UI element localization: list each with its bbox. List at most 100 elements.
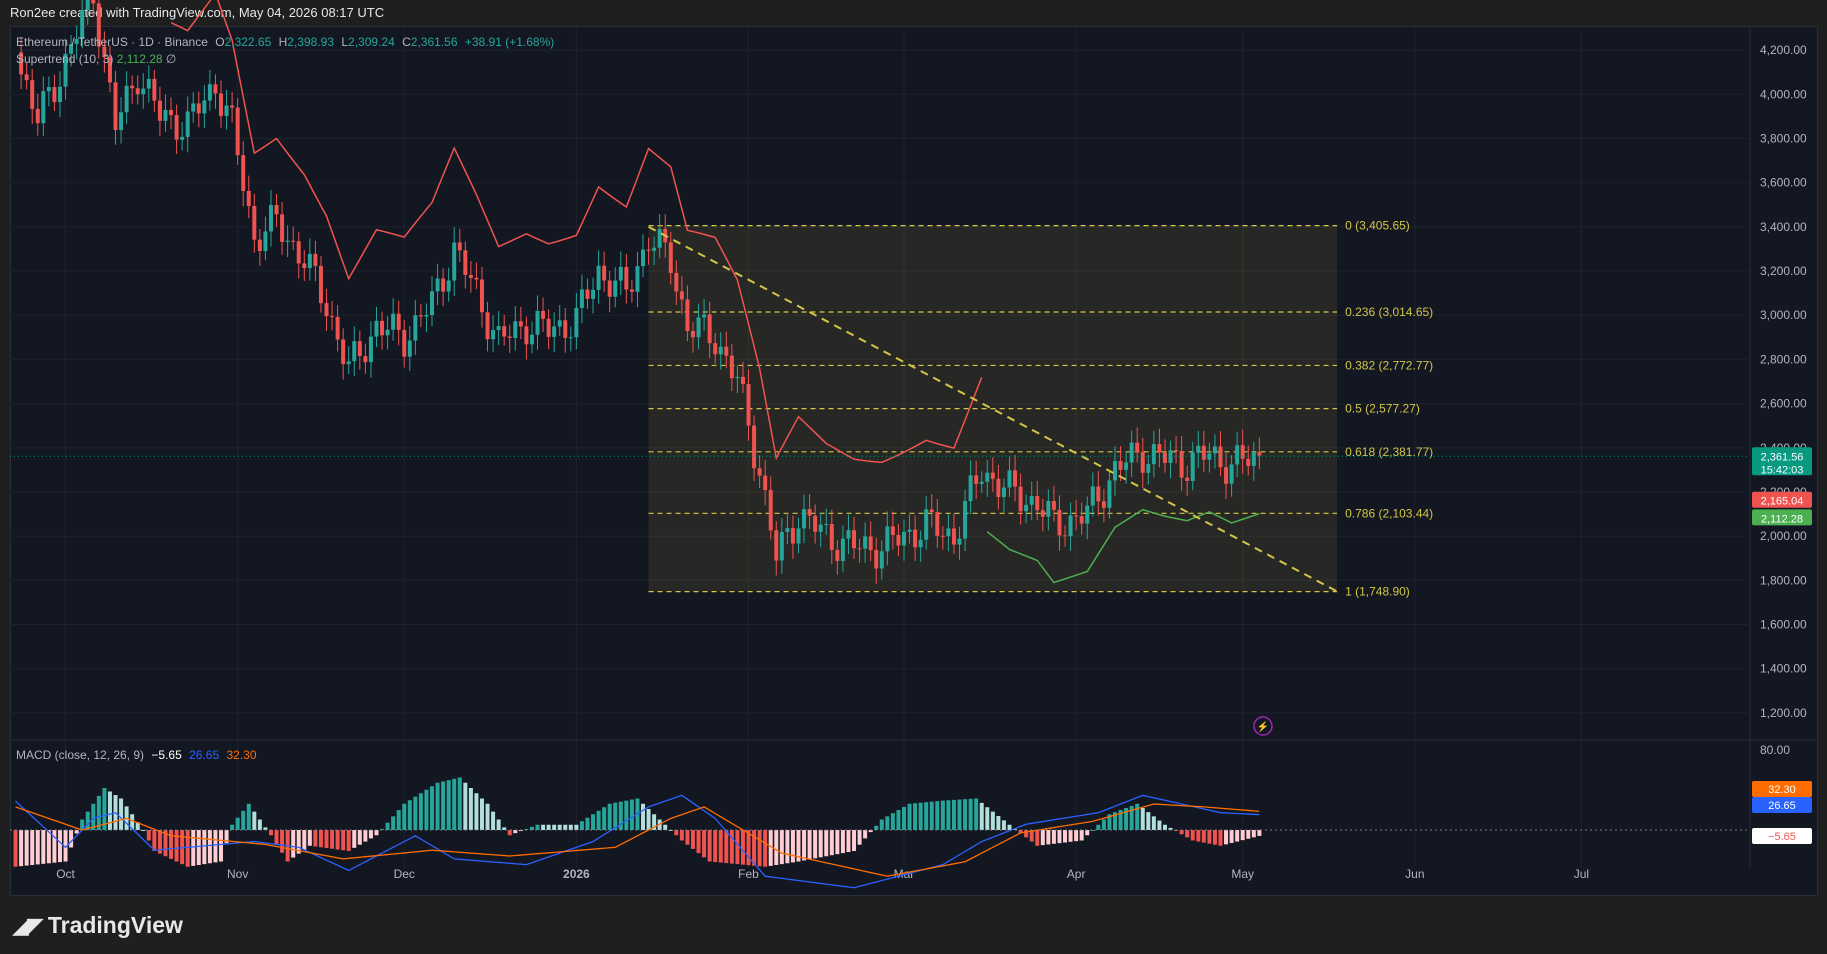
macd-histogram-bar (374, 830, 379, 836)
candle-body (951, 528, 956, 545)
candle-body (174, 115, 179, 140)
close-value: 2,361.56 (410, 35, 458, 49)
macd-histogram-bar (951, 799, 956, 830)
macd-histogram-bar (1063, 830, 1068, 843)
candle-body (241, 155, 246, 191)
macd-histogram-bar (385, 822, 390, 830)
candle-body (568, 337, 573, 339)
candle-body (46, 87, 51, 92)
symbol-label[interactable]: Ethereum / TetherUS · 1D · Binance (16, 35, 208, 49)
macd-histogram-bar (446, 780, 451, 830)
macd-histogram-bar (1024, 830, 1029, 838)
macd-histogram-bar (874, 825, 879, 830)
candle-body (946, 528, 951, 537)
macd-histogram-bar (169, 830, 174, 859)
candle-body (463, 250, 468, 275)
macd-histogram-bar (1224, 830, 1229, 845)
macd-histogram-bar (152, 830, 157, 851)
macd-histogram-bar (207, 830, 212, 864)
candle-body (85, 0, 90, 11)
macd-histogram-bar (774, 830, 779, 865)
candle-body (1090, 486, 1095, 506)
chart-canvas[interactable]: 1,200.00 1,400.00 1,600.00 1,800.00 2,000.00… (0, 0, 1827, 954)
candle-body (996, 478, 1001, 498)
macd-histogram-bar (679, 830, 684, 841)
candle-body (657, 228, 662, 248)
macd-histogram-bar (363, 830, 368, 842)
candle-body (513, 321, 518, 338)
candle-body (257, 239, 262, 252)
candle-body (1246, 458, 1251, 466)
macd-histogram-bar (763, 830, 768, 867)
macd-histogram-bar (696, 830, 701, 854)
macd-histogram-bar (985, 807, 990, 830)
macd-histogram-bar (302, 830, 307, 850)
candle-body (30, 80, 35, 109)
candle-body (552, 326, 557, 337)
macd-histogram-bar (552, 824, 557, 830)
candle-body (1013, 470, 1018, 487)
candle-body (1157, 444, 1162, 453)
candle-body (885, 526, 890, 552)
candle-body (407, 340, 412, 357)
macd-histogram-bar (402, 803, 407, 830)
candle-body (740, 376, 745, 385)
macd-histogram-bar (1146, 812, 1151, 830)
candle-body (1085, 505, 1090, 524)
macd-histogram-bar (396, 810, 401, 830)
candle-body (230, 105, 235, 108)
macd-histogram-bar (963, 799, 968, 830)
macd-histogram-bar (57, 830, 62, 863)
macd-histogram-bar (885, 816, 890, 830)
macd-legend[interactable]: MACD (close, 12, 26, 9) −5.65 26.65 32.3… (16, 748, 257, 762)
candle-body (119, 112, 124, 130)
ohlc-legend: Ethereum / TetherUS · 1D · Binance O2,32… (16, 35, 554, 49)
macd-histogram-bar (91, 803, 96, 830)
candle-body (963, 501, 968, 539)
macd-histogram-bar (1179, 830, 1184, 835)
macd-hist-value: −5.65 (151, 748, 182, 762)
candle-body (246, 190, 251, 207)
candle-body (1096, 486, 1101, 502)
macd-histogram-bar (757, 830, 762, 867)
candle-body (1040, 510, 1045, 517)
candle-body (1185, 477, 1190, 481)
candle-body (674, 272, 679, 292)
price-tag-green-text: 2,112.28 (1761, 513, 1803, 525)
candle-body (1224, 467, 1229, 484)
candle-body (280, 214, 285, 242)
candle-body (779, 531, 784, 561)
candle-body (546, 318, 551, 337)
candle-body (990, 472, 995, 479)
macd-histogram-bar (596, 810, 601, 830)
supertrend-legend[interactable]: Supertrend (10, 3) 2,112.28 ∅ (16, 52, 176, 66)
macd-histogram-bar (74, 830, 79, 834)
macd-histogram-bar (1096, 824, 1101, 830)
macd-histogram-bar (424, 789, 429, 830)
macd-histogram-bar (35, 830, 40, 865)
macd-histogram-bar (202, 830, 207, 865)
candle-body (629, 289, 634, 292)
macd-line-value: 26.65 (189, 748, 220, 762)
macd-histogram-bar (813, 830, 818, 859)
candle-body (1112, 461, 1117, 481)
candle-body (357, 341, 362, 357)
macd-histogram-bar (724, 830, 729, 864)
candle-body (1046, 501, 1051, 517)
fibonacci-level-label: 0 (3,405.65) (1345, 219, 1410, 233)
macd-histogram-bar (324, 830, 329, 848)
tradingview-logo[interactable]: ◢◤ TradingView (12, 912, 183, 939)
macd-histogram-bar (557, 824, 562, 830)
macd-histogram-bar (368, 830, 373, 839)
candle-body (252, 206, 257, 240)
macd-histogram-bar (802, 830, 807, 861)
candle-body (1118, 461, 1123, 470)
y-axis-tick-label: 1,600.00 (1760, 618, 1807, 632)
candle-body (141, 88, 146, 95)
supertrend-label: Supertrend (10, 3) (16, 52, 114, 66)
candle-body (929, 509, 934, 513)
candle-body (1079, 516, 1084, 524)
candle-body (774, 530, 779, 561)
macd-histogram-bar (1101, 819, 1106, 830)
macd-histogram-bar (230, 824, 235, 830)
